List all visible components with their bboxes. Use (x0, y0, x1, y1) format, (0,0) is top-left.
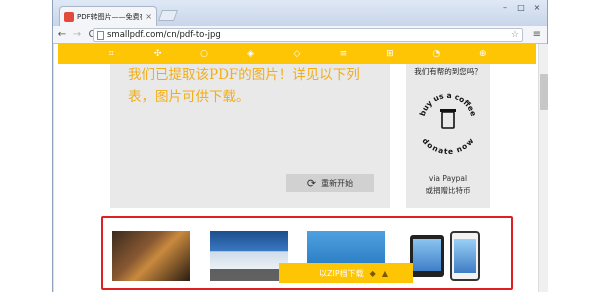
compress-icon[interactable]: ⌗ (105, 49, 117, 59)
restart-icon: ⟳ (306, 176, 317, 190)
merge-icon[interactable]: ◈ (245, 49, 257, 59)
tab-close-icon[interactable]: × (145, 12, 152, 21)
minimize-button[interactable]: – (499, 3, 511, 13)
new-tab-button[interactable] (157, 10, 179, 21)
lock-icon[interactable]: ⊕ (477, 49, 489, 59)
browser-menu-icon[interactable]: ≡ (533, 29, 541, 40)
close-window-button[interactable]: × (531, 3, 543, 13)
browser-window: PDF转图片——免费在线 × – □ × ← → C smallpdf.com/… (52, 0, 548, 292)
svg-text:donate now: donate now (421, 136, 476, 154)
page-viewport: ⌗ ✣ ○ ◈ ◇ ≡ ⊞ ◔ ⊕ 我们已提取该PDF的图片！详见以下列表，图片… (54, 44, 548, 292)
grid-icon[interactable]: ⊞ (384, 49, 396, 59)
browser-tab[interactable]: PDF转图片——免费在线 × (59, 6, 157, 26)
protect-icon[interactable]: ≡ (337, 49, 349, 59)
bitcoin-link[interactable]: 或捐赠比特币 (406, 185, 490, 196)
restart-button[interactable]: ⟳ 重新开始 (286, 174, 374, 192)
maximize-button[interactable]: □ (515, 3, 527, 13)
buy-coffee-badge-icon[interactable]: buy us a coffee donate now (416, 90, 480, 154)
image-thumbnail[interactable] (210, 231, 288, 281)
pie-icon[interactable]: ◔ (430, 49, 442, 59)
donate-heading: 我们有帮的到您吗？ (414, 67, 482, 76)
address-bar[interactable]: smallpdf.com/cn/pdf-to-jpg ☆ (93, 28, 523, 42)
vertical-scrollbar[interactable] (538, 44, 548, 292)
scroll-thumb[interactable] (540, 74, 548, 110)
forward-button[interactable]: → (71, 29, 83, 40)
tools-bar: ⌗ ✣ ○ ◈ ◇ ≡ ⊞ ◔ ⊕ (58, 44, 536, 64)
image-results-area: 以ZIP档下载 ◆ ▲ (101, 216, 513, 290)
badge-bottom-text: donate now (421, 136, 476, 154)
cup-icon (441, 111, 455, 129)
cup-lid-icon (440, 109, 456, 112)
dropbox-icon[interactable]: ◆ (370, 269, 376, 278)
split-icon[interactable]: ◇ (291, 49, 303, 59)
tab-title: PDF转图片——免费在线 (77, 12, 142, 21)
download-zip-button[interactable]: 以ZIP档下载 ◆ ▲ (279, 263, 413, 283)
title-bar: PDF转图片——免费在线 × – □ × (53, 0, 547, 26)
url-text[interactable]: smallpdf.com/cn/pdf-to-jpg (107, 30, 511, 40)
via-paypal[interactable]: via Paypal (406, 174, 490, 183)
result-panel: 我们已提取该PDF的图片！详见以下列表，图片可供下载。 ⟳ 重新开始 (110, 64, 390, 208)
back-button[interactable]: ← (56, 29, 68, 40)
page-icon (97, 30, 104, 40)
image-thumbnail[interactable] (406, 231, 486, 281)
tablet-image (410, 235, 444, 277)
browser-toolbar: ← → C smallpdf.com/cn/pdf-to-jpg ☆ ≡ (53, 26, 547, 44)
pdf-favicon-icon (64, 11, 74, 22)
badge-top-text: buy us a coffee (418, 91, 478, 117)
result-message: 我们已提取该PDF的图片！详见以下列表，图片可供下载。 (128, 67, 360, 105)
restart-label: 重新开始 (321, 178, 354, 188)
image-thumbnail[interactable] (112, 231, 190, 281)
download-label: 以ZIP档下载 (319, 268, 364, 278)
convert-icon[interactable]: ✣ (152, 49, 164, 59)
bookmark-star-icon[interactable]: ☆ (511, 30, 519, 40)
window-controls: – □ × (499, 3, 543, 13)
phone-image (450, 231, 480, 281)
donate-panel: 我们有帮的到您吗？ buy us a coffee donate now via… (406, 64, 490, 208)
circle-icon[interactable]: ○ (198, 49, 210, 59)
google-drive-icon[interactable]: ▲ (382, 269, 388, 278)
thumbnail-strip (210, 269, 288, 281)
svg-text:buy us a coffee: buy us a coffee (418, 91, 478, 117)
